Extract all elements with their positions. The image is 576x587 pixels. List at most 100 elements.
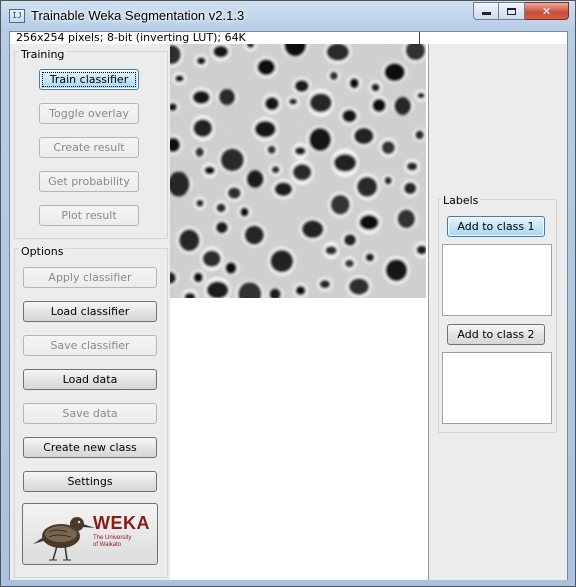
title-bar[interactable]: IJ Trainable Weka Segmentation v2.1.3 ✕ — [1, 1, 575, 31]
particle — [294, 79, 310, 93]
app-icon[interactable]: IJ — [9, 9, 25, 23]
particle — [193, 118, 213, 138]
labels-group-title: Labels — [441, 194, 481, 207]
weka-subtitle: The University of Waikato — [93, 535, 131, 549]
particle — [257, 58, 276, 76]
window-title: Trainable Weka Segmentation v2.1.3 — [31, 8, 245, 23]
particle — [385, 258, 408, 282]
training-group: Training Train classifier Toggle overlay… — [14, 48, 168, 239]
maximize-icon — [507, 7, 516, 15]
particle — [196, 56, 206, 65]
particle — [244, 225, 265, 245]
weka-bird-icon — [33, 517, 95, 561]
particle — [274, 182, 293, 197]
settings-button[interactable]: Settings — [23, 471, 157, 492]
particle — [270, 249, 294, 273]
particle — [192, 90, 211, 105]
particle — [359, 214, 379, 231]
particle — [178, 229, 200, 252]
apply-classifier-button[interactable]: Apply classifier — [23, 267, 157, 288]
particle — [254, 120, 276, 138]
particle — [397, 209, 416, 229]
particle — [195, 147, 205, 158]
particle — [381, 140, 396, 155]
particle — [215, 203, 227, 213]
particle — [365, 252, 375, 262]
particle — [295, 285, 306, 296]
particle — [246, 169, 265, 189]
image-canvas[interactable] — [170, 44, 428, 580]
particle — [406, 162, 418, 171]
particle — [341, 109, 357, 123]
weka-subtitle-line2: of Waikato — [93, 542, 122, 548]
particle — [319, 279, 331, 289]
training-group-title: Training — [19, 48, 67, 61]
particle — [353, 127, 374, 145]
particle — [195, 199, 205, 208]
particle — [227, 187, 242, 200]
particle — [308, 127, 332, 152]
particle — [416, 92, 426, 99]
info-divider — [419, 32, 420, 44]
close-button[interactable]: ✕ — [525, 2, 569, 20]
save-data-button[interactable]: Save data — [23, 403, 157, 424]
client-area: 256x254 pixels; 8-bit (inverting LUT); 6… — [9, 31, 568, 580]
save-classifier-button[interactable]: Save classifier — [23, 335, 157, 356]
class-1-trace-list[interactable] — [442, 244, 552, 316]
caption-buttons: ✕ — [473, 2, 569, 22]
particle — [271, 165, 280, 174]
close-icon: ✕ — [541, 4, 552, 18]
particle — [343, 233, 357, 247]
train-classifier-button[interactable]: Train classifier — [39, 69, 139, 90]
maximize-button[interactable] — [499, 2, 525, 20]
particle — [349, 77, 360, 89]
particle — [264, 96, 280, 111]
plot-result-button[interactable]: Plot result — [39, 205, 139, 226]
particle — [330, 194, 351, 216]
particle — [267, 145, 277, 155]
application-window: IJ Trainable Weka Segmentation v2.1.3 ✕ … — [0, 0, 576, 587]
particle — [301, 219, 324, 239]
particle — [384, 176, 393, 185]
get-probability-button[interactable]: Get probability — [39, 171, 139, 192]
particle — [225, 261, 237, 275]
minimize-button[interactable] — [473, 2, 499, 20]
toggle-overlay-button[interactable]: Toggle overlay — [39, 103, 139, 124]
particle — [212, 45, 229, 58]
particle — [294, 146, 306, 156]
particle — [333, 153, 357, 172]
add-to-class-1-button[interactable]: Add to class 1 — [447, 216, 545, 237]
particle — [356, 176, 378, 198]
labels-panel: Labels Add to class 1 Add to class 2 — [428, 44, 567, 580]
particle — [384, 62, 406, 82]
particle — [372, 98, 387, 113]
particle — [344, 259, 355, 268]
create-new-class-button[interactable]: Create new class — [23, 437, 157, 458]
create-result-button[interactable]: Create result — [39, 137, 139, 158]
particle — [403, 182, 417, 195]
particle — [329, 71, 339, 81]
particle — [193, 272, 204, 283]
micrograph-image[interactable] — [170, 44, 426, 298]
particle — [202, 250, 221, 268]
options-group-title: Options — [19, 245, 66, 258]
particle — [218, 88, 236, 106]
load-data-button[interactable]: Load data — [23, 369, 157, 390]
particle — [215, 221, 229, 234]
particle — [370, 83, 381, 92]
minimize-icon — [481, 12, 491, 15]
particle — [325, 245, 338, 256]
particle — [309, 93, 332, 113]
weka-wordmark: WEKA — [93, 513, 150, 533]
particle — [220, 148, 245, 172]
image-info-text: 256x254 pixels; 8-bit (inverting LUT); 6… — [16, 31, 246, 44]
class-2-trace-list[interactable] — [442, 352, 552, 424]
load-classifier-button[interactable]: Load classifier — [23, 301, 157, 322]
add-to-class-2-button[interactable]: Add to class 2 — [447, 324, 545, 345]
particle — [414, 129, 425, 140]
particle — [348, 278, 370, 296]
particle — [292, 163, 312, 181]
control-panel: Training Train classifier Toggle overlay… — [10, 44, 170, 580]
particle — [174, 74, 185, 83]
weka-logo-button[interactable]: WEKA The University of Waikato — [22, 503, 158, 565]
